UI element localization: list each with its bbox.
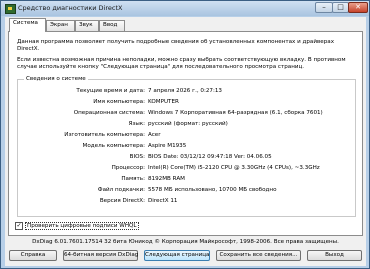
info-label: Процессор: bbox=[111, 165, 145, 171]
info-label: Операционная система: bbox=[73, 110, 145, 116]
tab-input[interactable]: Ввод bbox=[99, 20, 125, 31]
version-copyright-text: DxDiag 6.01.7601.17514 32 бита Юникод © … bbox=[32, 239, 339, 245]
whql-checkbox[interactable]: ✓ bbox=[15, 222, 23, 230]
info-row-manufacturer: Изготовитель компьютера: Acer bbox=[18, 132, 357, 139]
window-title: Средство диагностики DirectX bbox=[18, 4, 123, 12]
info-label: Файл подкачки: bbox=[97, 187, 145, 193]
exit-button[interactable]: Выход bbox=[307, 250, 362, 261]
next-page-button[interactable]: Следующая страница bbox=[144, 250, 210, 261]
info-row-directx: Версия DirectX: DirectX 11 bbox=[18, 198, 357, 205]
tab-display[interactable]: Экран bbox=[46, 20, 75, 31]
tab-panel-system: Данная программа позволяет получить подр… bbox=[8, 31, 363, 236]
info-label: Память: bbox=[121, 176, 145, 182]
system-info-group: Сведения о системе Текущие время и дата:… bbox=[17, 76, 357, 217]
info-row-os: Операционная система: Windows 7 Корпорат… bbox=[18, 110, 357, 117]
save-all-info-button[interactable]: Сохранить все сведения... bbox=[216, 250, 301, 261]
dxdiag-window: Средство диагностики DirectX – □ ✕ Систе… bbox=[0, 0, 370, 269]
info-row-bios: BIOS: BIOS Date: 03/12/12 09:47:18 Ver: … bbox=[18, 154, 357, 161]
info-label: Язык: bbox=[128, 121, 145, 127]
info-value: 5578 МБ использовано, 10700 МБ свободно bbox=[148, 187, 277, 193]
dialog-body: Система Экран Звук Ввод Данная программа… bbox=[5, 17, 366, 266]
info-row-processor: Процессор: Intel(R) Core(TM) i5-2120 CPU… bbox=[18, 165, 357, 172]
info-label: Имя компьютера: bbox=[93, 99, 145, 105]
tab-system[interactable]: Система bbox=[9, 18, 46, 32]
info-value: русский (формат: русский) bbox=[148, 121, 228, 127]
close-button[interactable]: ✕ bbox=[348, 2, 368, 13]
info-value: 7 апреля 2026 г., 0:27:13 bbox=[148, 88, 222, 94]
info-label: Модель компьютера: bbox=[82, 143, 145, 149]
info-row-computer-name: Имя компьютера: KOMPUTER bbox=[18, 99, 357, 106]
info-value: KOMPUTER bbox=[148, 99, 179, 105]
info-value: BIOS Date: 03/12/12 09:47:18 Ver: 04.06.… bbox=[148, 154, 272, 160]
info-label: Текущие время и дата: bbox=[76, 88, 145, 94]
info-row-model: Модель компьютера: Aspire M1935 bbox=[18, 143, 357, 150]
dxdiag-64bit-button[interactable]: 64-битная версия DxDiag bbox=[63, 250, 138, 261]
directx-app-icon bbox=[5, 4, 16, 14]
system-info-title: Сведения о системе bbox=[24, 76, 88, 82]
info-value: Intel(R) Core(TM) i5-2120 CPU @ 3.30GHz … bbox=[148, 165, 320, 171]
info-row-language: Язык: русский (формат: русский) bbox=[18, 121, 357, 128]
info-value: Aspire M1935 bbox=[148, 143, 187, 149]
intro-hint-text: Если известна возможная причина неполадк… bbox=[17, 57, 346, 70]
info-row-pagefile: Файл подкачки: 5578 МБ использовано, 107… bbox=[18, 187, 357, 194]
info-row-datetime: Текущие время и дата: 7 апреля 2026 г., … bbox=[18, 88, 357, 95]
minimize-button[interactable]: – bbox=[315, 2, 333, 13]
title-bar[interactable]: Средство диагностики DirectX – □ ✕ bbox=[1, 1, 369, 16]
info-value: 8192MB RAM bbox=[148, 176, 185, 182]
info-label: BIOS: bbox=[129, 154, 145, 160]
info-label: Изготовитель компьютера: bbox=[64, 132, 145, 138]
maximize-button[interactable]: □ bbox=[332, 2, 349, 13]
info-label: Версия DirectX: bbox=[99, 198, 145, 204]
tab-sound[interactable]: Звук bbox=[75, 20, 99, 31]
info-value: Windows 7 Корпоративная 64-разрядная (6.… bbox=[148, 110, 323, 116]
info-row-memory: Память: 8192MB RAM bbox=[18, 176, 357, 183]
help-button[interactable]: Справка bbox=[9, 250, 57, 261]
info-value: DirectX 11 bbox=[148, 198, 178, 204]
whql-checkbox-label[interactable]: Проверить цифровые подписи WHQL bbox=[25, 222, 139, 230]
intro-text: Данная программа позволяет получить подр… bbox=[17, 39, 335, 52]
info-value: Acer bbox=[148, 132, 161, 138]
